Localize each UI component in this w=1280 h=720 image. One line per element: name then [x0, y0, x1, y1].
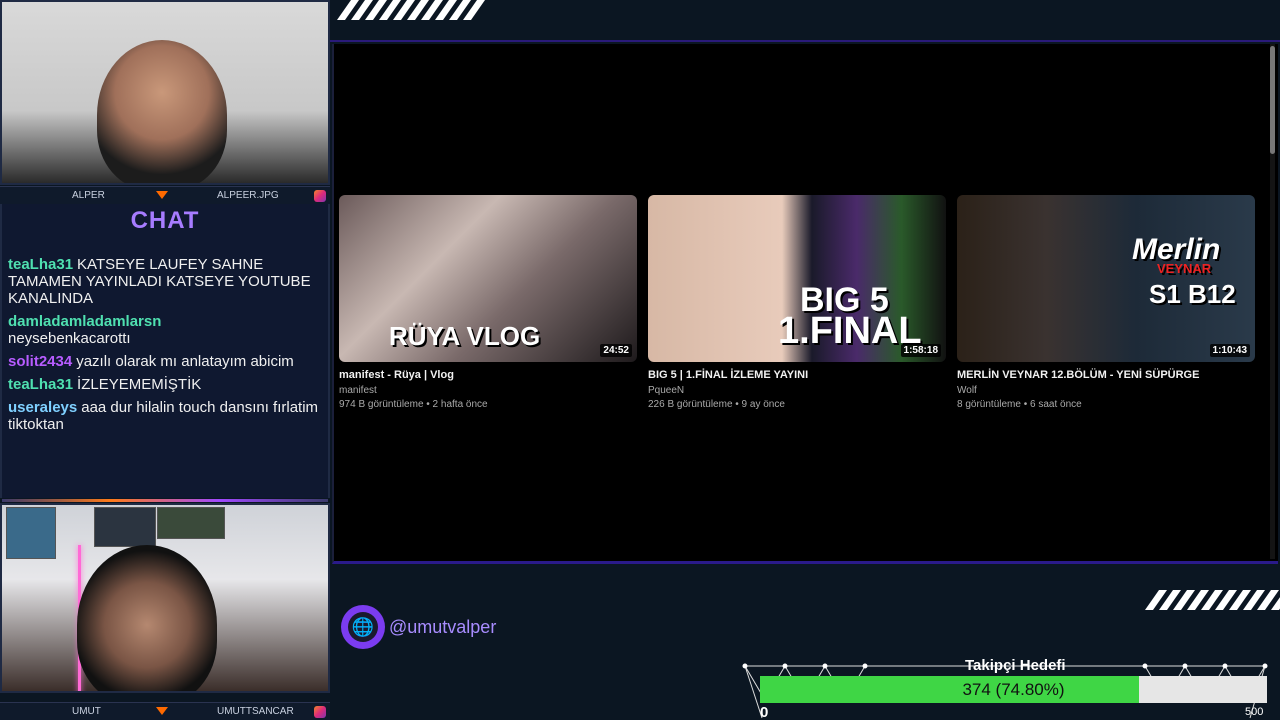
video-title[interactable]: MERLİN VEYNAR 12.BÖLÜM - YENİ SÜPÜRGE [957, 369, 1255, 381]
video-card[interactable]: BIG 5 1.FINAL 1:58:18 BIG 5 | 1.FİNAL İZ… [648, 195, 946, 410]
goal-max-label: 500 [1245, 706, 1264, 718]
chat-message: teaLha31 KATSEYE LAUFEY SAHNE TAMAMEN YAY… [8, 256, 326, 307]
video-thumbnail[interactable]: RÜYA VLOG 24:52 [339, 195, 637, 362]
wall-poster [157, 507, 225, 539]
thumbnail-text: S1 B12 [1149, 279, 1236, 309]
video-channel[interactable]: PqueeN [648, 385, 946, 396]
globe-icon: 🌐 [341, 605, 385, 649]
streamer-name-right: UMUTTSANCAR [217, 706, 294, 717]
chat-message: solit2434 yazılı olarak mı anlatayım abic… [8, 353, 326, 370]
video-thumbnail[interactable]: Merlin VEYNAR S1 B12 1:10:43 [957, 195, 1255, 362]
chat-messages: teaLha31 KATSEYE LAUFEY SAHNE TAMAMEN YAY… [8, 256, 326, 439]
video-title[interactable]: manifest - Rüya | Vlog [339, 369, 637, 381]
goal-label: Takipçi Hedefi [965, 657, 1066, 674]
stripe-decoration [336, 0, 486, 20]
webcam-bottom-namebar: UMUT UMUTTSANCAR [0, 702, 330, 720]
goal-progress-bar: 374 (74.80%) [760, 676, 1267, 703]
chat-title: CHAT [130, 207, 200, 234]
streamer-figure [77, 545, 217, 691]
video-channel[interactable]: Wolf [957, 385, 1255, 396]
wall-poster [6, 507, 56, 559]
video-thumbnail[interactable]: BIG 5 1.FINAL 1:58:18 [648, 195, 946, 362]
video-duration: 1:58:18 [900, 344, 941, 357]
chat-username: useraleys [8, 399, 78, 416]
streamer-name-left: ALPER [72, 190, 105, 201]
webcam-top-namebar: ALPER ALPEER.JPG [0, 186, 330, 204]
chat-message: damladamladamlarsn neysebenkacarottı [8, 313, 326, 347]
thumbnail-text: VEYNAR [1157, 261, 1212, 276]
scrollbar[interactable] [1270, 46, 1275, 154]
triangle-icon [156, 191, 168, 199]
goal-progress-text: 374 (74.80%) [962, 679, 1065, 699]
streamer-name-right: ALPEER.JPG [217, 190, 279, 201]
goal-min-label: 0 [760, 704, 769, 720]
chat-text: İZLEYEMEMİŞTİK [77, 376, 202, 393]
video-title[interactable]: BIG 5 | 1.FİNAL İZLEME YAYINI [648, 369, 946, 381]
video-channel[interactable]: manifest [339, 385, 637, 396]
instagram-icon [314, 190, 326, 202]
video-card[interactable]: Merlin VEYNAR S1 B12 1:10:43 MERLİN VEYN… [957, 195, 1255, 410]
video-meta: 974 B görüntüleme • 2 hafta önce [339, 399, 488, 410]
chat-panel: CHAT teaLha31 KATSEYE LAUFEY SAHNE TAMAME… [0, 204, 330, 502]
shared-screen: RÜYA VLOG 24:52 manifest - Rüya | Vlog m… [332, 44, 1278, 564]
thumbnail-text: RÜYA VLOG [389, 321, 541, 351]
chat-username: teaLha31 [8, 256, 74, 273]
stripe-decoration [1144, 590, 1280, 610]
streamer-figure [97, 40, 227, 183]
wall-poster [94, 507, 156, 547]
chat-username: teaLha31 [8, 376, 74, 393]
video-meta: 226 B görüntüleme • 9 ay önce [648, 399, 785, 410]
chat-message: teaLha31 İZLEYEMEMİŞTİK [8, 376, 326, 393]
video-duration: 24:52 [600, 344, 632, 357]
video-meta: 8 görüntüleme • 6 saat önce [957, 399, 1082, 410]
streamer-name-left: UMUT [72, 706, 101, 717]
chat-username: solit2434 [8, 353, 73, 370]
chat-text: yazılı olarak mı anlatayım abicim [76, 353, 294, 370]
social-handle: 🌐 @umutvalper [341, 605, 496, 649]
video-card[interactable]: RÜYA VLOG 24:52 manifest - Rüya | Vlog m… [339, 195, 637, 410]
handle-text: @umutvalper [389, 616, 497, 637]
webcam-top [0, 0, 330, 185]
instagram-icon [314, 706, 326, 718]
chat-username: damladamladamlarsn [8, 313, 162, 330]
chat-message: useraleys aaa dur hilalin touch dansını f… [8, 399, 326, 433]
video-duration: 1:10:43 [1209, 344, 1250, 357]
triangle-icon [156, 707, 168, 715]
webcam-bottom [0, 503, 330, 693]
chat-text: neysebenkacarottı [8, 330, 131, 347]
